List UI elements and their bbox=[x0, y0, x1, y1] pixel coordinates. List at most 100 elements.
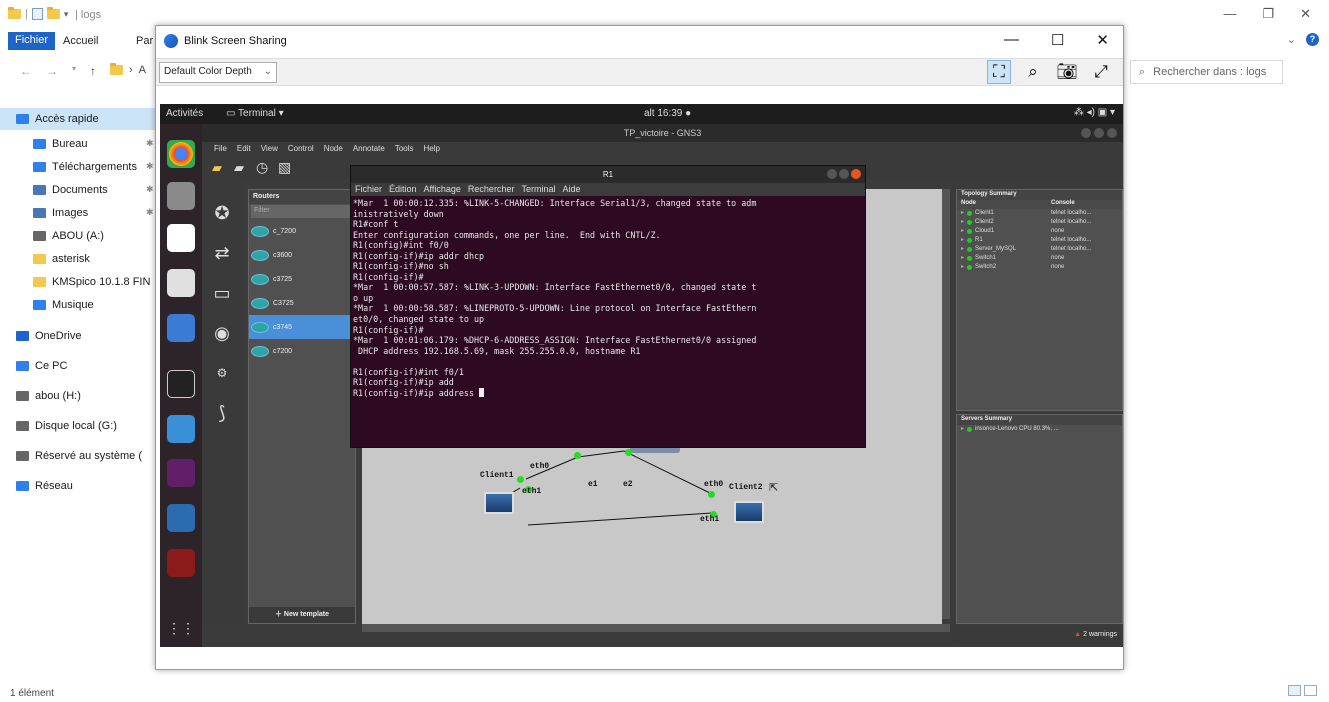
pin-icon[interactable]: ✱ bbox=[146, 207, 154, 218]
maximize-icon[interactable] bbox=[1094, 128, 1104, 138]
router-template-item[interactable]: c3600 bbox=[249, 243, 355, 267]
topology-row[interactable]: ▸ Client1 telnet localho... bbox=[957, 209, 1122, 218]
sidebar-item-1[interactable]: Bureau ✱ bbox=[0, 132, 155, 155]
gns3-menu-item[interactable]: File bbox=[214, 142, 227, 156]
expand-icon[interactable]: ▸ bbox=[961, 263, 964, 272]
fullscreen-icon[interactable]: ⤢ bbox=[1089, 60, 1113, 84]
sidebar-item-6[interactable]: asterisk bbox=[0, 247, 155, 270]
new-folder-icon[interactable] bbox=[46, 7, 60, 19]
back-arrow-icon[interactable]: ← bbox=[20, 64, 32, 78]
topology-row[interactable]: ▸ Switch1 none bbox=[957, 254, 1122, 263]
maximize-icon[interactable]: ❐ bbox=[1262, 6, 1274, 22]
clock[interactable]: alt 16:39 ● bbox=[644, 108, 691, 119]
clock-icon[interactable]: ◷ bbox=[256, 159, 268, 176]
routers-category-icon[interactable]: ✪ bbox=[209, 200, 235, 226]
topology-row[interactable]: ▸ Client2 telnet localho... bbox=[957, 218, 1122, 227]
sidebar-item-7[interactable]: KMSpico 10.1.8 FIN bbox=[0, 270, 155, 293]
sidebar-item-9[interactable]: OneDrive bbox=[0, 324, 155, 347]
screenshot-icon[interactable]: ▧ bbox=[278, 159, 291, 176]
client2-device-icon[interactable] bbox=[734, 501, 764, 523]
client1-device-icon[interactable] bbox=[484, 492, 514, 514]
system-monitor-icon[interactable] bbox=[167, 415, 195, 443]
gns3-menu-item[interactable]: Node bbox=[324, 142, 343, 156]
screenshot-icon[interactable] bbox=[167, 269, 195, 297]
router-template-item[interactable]: c3745 bbox=[249, 315, 355, 339]
security-category-icon[interactable]: ◉ bbox=[209, 320, 235, 346]
gns3-menu-item[interactable]: Annotate bbox=[353, 142, 385, 156]
open-project-icon[interactable]: ▰ bbox=[234, 160, 244, 176]
fit-to-window-icon[interactable]: ⛶ bbox=[987, 60, 1011, 84]
minimize-icon[interactable] bbox=[1081, 128, 1091, 138]
eclipse-icon[interactable] bbox=[167, 224, 195, 252]
gns3-menu-item[interactable]: Tools bbox=[395, 142, 414, 156]
remote-desktop-view[interactable]: Activités ▭ Terminal ▾ alt 16:39 ● ⁂ ◂) … bbox=[160, 104, 1123, 647]
terminal-menu-item[interactable]: Fichier bbox=[355, 183, 382, 196]
system-tray[interactable]: ⁂ ◂) ▣ ▾ bbox=[1074, 107, 1115, 118]
sidebar-item-4[interactable]: Images ✱ bbox=[0, 201, 155, 224]
minimize-icon[interactable] bbox=[827, 169, 837, 179]
terminal-output[interactable]: *Mar 1 00:00:12.335: %LINK-5-CHANGED: In… bbox=[351, 196, 865, 447]
pin-icon[interactable]: ✱ bbox=[146, 161, 154, 172]
router-template-item[interactable]: c_7200 bbox=[249, 219, 355, 243]
slack-icon[interactable] bbox=[167, 459, 195, 487]
tab-partage[interactable]: Par bbox=[136, 35, 153, 47]
show-applications-icon[interactable]: ⋮⋮ bbox=[167, 614, 195, 642]
expand-icon[interactable]: ▸ bbox=[961, 209, 964, 218]
sidebar-item-8[interactable]: Musique bbox=[0, 293, 155, 316]
zoom-icon[interactable]: ⌕ bbox=[1021, 60, 1045, 84]
expand-icon[interactable]: ▸ bbox=[961, 218, 964, 227]
canvas-vertical-scrollbar[interactable] bbox=[942, 189, 950, 619]
tab-accueil[interactable]: Accueil bbox=[63, 35, 98, 47]
terminal-menu-item[interactable]: Édition bbox=[389, 183, 417, 196]
expand-icon[interactable]: ▸ bbox=[961, 425, 964, 434]
sidebar-item-14[interactable]: Réseau bbox=[0, 474, 155, 497]
sidebar-item-13[interactable]: Réservé au système ( bbox=[0, 444, 155, 467]
expand-icon[interactable]: ▸ bbox=[961, 254, 964, 263]
expand-icon[interactable]: ▸ bbox=[961, 245, 964, 254]
chrome-icon[interactable] bbox=[167, 140, 195, 168]
new-project-icon[interactable]: ▰ bbox=[212, 160, 222, 176]
server-row[interactable]: ▸ insonce-Lenovo CPU 80.3%, ... bbox=[957, 425, 1122, 434]
camera-icon[interactable]: 📷︎ bbox=[1055, 60, 1079, 84]
minimize-icon[interactable]: — bbox=[1223, 6, 1236, 22]
recent-dropdown-icon[interactable]: ▾ bbox=[72, 64, 76, 78]
close-icon[interactable]: ✕ bbox=[1300, 6, 1311, 22]
terminal-menu-item[interactable]: Terminal bbox=[521, 183, 555, 196]
properties-icon[interactable] bbox=[31, 8, 43, 20]
search-input[interactable]: ⌕ Rechercher dans : logs bbox=[1130, 60, 1283, 84]
expand-icon[interactable]: ▸ bbox=[961, 236, 964, 245]
breadcrumb-item[interactable]: A bbox=[139, 64, 146, 76]
writer-icon[interactable] bbox=[167, 314, 195, 342]
tab-fichier[interactable]: Fichier bbox=[8, 32, 56, 50]
gns3-menu-item[interactable]: View bbox=[261, 142, 278, 156]
maximize-icon[interactable] bbox=[839, 169, 849, 179]
close-icon[interactable]: ✕ bbox=[1096, 31, 1109, 49]
link-e2-client2[interactable] bbox=[623, 450, 713, 495]
files-icon[interactable] bbox=[167, 182, 195, 210]
expand-ribbon-icon[interactable]: ⌄ bbox=[1287, 33, 1296, 46]
switches-category-icon[interactable]: ⇄ bbox=[209, 240, 235, 266]
breadcrumb[interactable]: › A bbox=[110, 63, 146, 76]
activities-button[interactable]: Activités bbox=[166, 108, 203, 119]
topology-row[interactable]: ▸ Server_MySQL telnet localho... bbox=[957, 245, 1122, 254]
large-icons-view-icon[interactable] bbox=[1304, 685, 1317, 696]
all-devices-category-icon[interactable]: ⚙ bbox=[209, 360, 235, 386]
close-icon[interactable] bbox=[851, 169, 861, 179]
canvas-horizontal-scrollbar[interactable] bbox=[362, 624, 950, 632]
router-template-item[interactable]: C3725 bbox=[249, 291, 355, 315]
topology-row[interactable]: ▸ Cloud1 none bbox=[957, 227, 1122, 236]
add-link-icon[interactable]: ⟆ bbox=[209, 400, 235, 426]
forward-arrow-icon[interactable]: → bbox=[46, 64, 58, 78]
warnings-indicator[interactable]: ▲ 2 warnings bbox=[956, 626, 1123, 644]
router-template-item[interactable]: c7200 bbox=[249, 339, 355, 363]
sidebar-item-12[interactable]: Disque local (G:) bbox=[0, 414, 155, 437]
pin-icon[interactable]: ✱ bbox=[146, 184, 154, 195]
gns3-menu-item[interactable]: Help bbox=[424, 142, 440, 156]
r1-terminal-window[interactable]: R1 Fichier Édition Affichage Rechercher Term… bbox=[350, 165, 866, 448]
gns3-menu-item[interactable]: Edit bbox=[237, 142, 251, 156]
sidebar-item-2[interactable]: Téléchargements ✱ bbox=[0, 155, 155, 178]
topology-row[interactable]: ▸ Switch2 none bbox=[957, 263, 1122, 272]
terminal-dock-icon[interactable] bbox=[167, 370, 195, 398]
close-icon[interactable] bbox=[1107, 128, 1117, 138]
expand-icon[interactable]: ▸ bbox=[961, 227, 964, 236]
